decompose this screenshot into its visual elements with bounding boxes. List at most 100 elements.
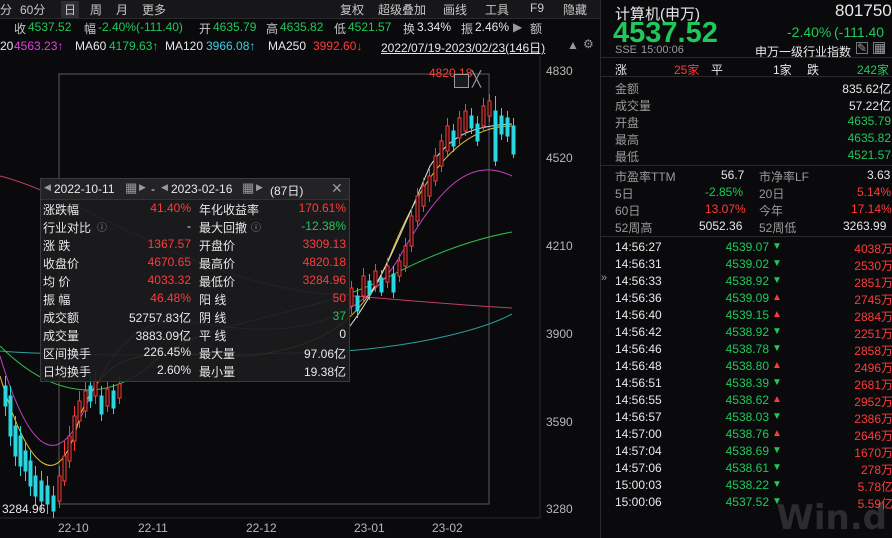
arrow-down-icon: ▼ — [772, 241, 782, 252]
dropdown-icon[interactable]: ▲ — [567, 38, 579, 52]
tick-time: 14:56:51 — [615, 376, 662, 390]
amount-label: 额 — [530, 22, 543, 36]
candle-body — [499, 115, 504, 135]
exchange-label: SSE — [615, 44, 638, 56]
d60-value: 13.07% — [705, 202, 746, 216]
tick-row: 14:57:06 4538.61 ▼ 278万 — [601, 461, 892, 477]
y-tick-label: 4210 — [546, 239, 573, 253]
stat-label: 涨跌幅 — [43, 203, 80, 217]
tick-price: 4538.69 — [725, 444, 769, 458]
candle-body — [487, 100, 492, 117]
next-start-icon[interactable]: ▶ — [139, 182, 146, 193]
popup-stat-row: 区间换手 226.45% 最大量 97.06亿 — [41, 345, 349, 361]
field-value: 4521.57 — [847, 148, 891, 162]
hide-button[interactable]: 隐藏 — [563, 1, 587, 18]
candle-body — [361, 275, 366, 297]
tick-row: 14:56:40 4539.15 ▲ 2884万 — [601, 308, 892, 324]
calendar-icon[interactable]: ▦ — [242, 180, 254, 196]
tick-row: 14:56:42 4538.92 ▼ 2251万 — [601, 325, 892, 341]
tick-volume: 2745万 — [854, 293, 892, 307]
price-info-bar: 收 4537.52 幅 -2.40%(-111.40) 开 4635.79 高 … — [0, 18, 600, 36]
stat-label: 阴 线 — [199, 311, 227, 325]
candle-body — [13, 425, 18, 457]
date-range-link[interactable]: 2022/07/19-2023/02/23(146日) — [381, 39, 545, 56]
pe-value: 56.7 — [721, 168, 745, 182]
ma250-label: MA250 — [268, 39, 307, 53]
ma250-value: 3992.60↓ — [313, 39, 363, 53]
popup-stat-row: 行业对比 ⓘ - 最大回撤 ⓘ -12.38% — [41, 219, 349, 235]
prev-end-icon[interactable]: ◀ — [161, 182, 168, 193]
tick-price: 4538.61 — [725, 461, 769, 475]
candle-body — [445, 125, 450, 152]
tick-time: 14:57:00 — [615, 427, 662, 441]
ma60-label: MA60 — [75, 39, 107, 53]
tab-week[interactable]: 周 — [90, 1, 102, 18]
draw-line-button[interactable]: 画线 — [443, 1, 467, 18]
candle-body — [511, 125, 516, 155]
super-overlay-button[interactable]: 超级叠加 — [378, 1, 426, 18]
stat-value: 226.45% — [143, 345, 191, 359]
settings-icon[interactable]: ⚙ — [583, 37, 594, 51]
popup-stat-row: 收盘价 4670.65 最高价 4820.18 — [41, 255, 349, 271]
chevron-right-icon[interactable]: ▶ — [513, 20, 522, 34]
tick-volume: 2646万 — [854, 429, 892, 443]
open-label: 开 — [199, 22, 212, 36]
tab-minute[interactable]: 分 — [0, 1, 12, 18]
tick-time: 14:57:06 — [615, 461, 662, 475]
stat-value: 2.60% — [156, 363, 191, 377]
adjust-button[interactable]: 复权 — [340, 1, 364, 18]
end-date[interactable]: 2023-02-16 — [171, 182, 232, 196]
tick-volume: 2251万 — [854, 327, 892, 341]
candle-body — [72, 415, 77, 442]
candle-body — [99, 395, 104, 415]
help-icon[interactable]: ⓘ — [97, 219, 107, 234]
y-tick-label: 3900 — [546, 327, 573, 341]
edit-icon[interactable]: ✎ — [856, 42, 868, 54]
tick-price: 4538.78 — [725, 342, 769, 356]
stat-label: 日均换手 — [43, 365, 92, 379]
tab-month[interactable]: 月 — [116, 1, 128, 18]
d20-value: 5.14% — [857, 185, 892, 199]
stat-label: 成交额 — [43, 311, 80, 325]
grid-icon[interactable]: ▦ — [873, 42, 885, 54]
tools-button[interactable]: 工具 — [485, 1, 509, 18]
stat-value: 52757.83亿 — [128, 311, 191, 325]
help-icon[interactable]: ⓘ — [251, 219, 261, 234]
stat-value: 50 — [332, 291, 346, 305]
popup-stat-row: 成交量 3883.09亿平 线 0 — [41, 327, 349, 343]
tick-row: 14:57:04 4538.69 ▼ 1670万 — [601, 444, 892, 460]
high-label: 高 — [266, 22, 279, 36]
tick-row: 14:56:31 4539.02 ▼ 2530万 — [601, 257, 892, 273]
candle-body — [451, 130, 456, 147]
tab-more[interactable]: 更多 — [142, 1, 166, 18]
d5-value: -2.85% — [705, 185, 744, 199]
tick-price: 4539.02 — [725, 257, 769, 271]
tab-60min[interactable]: 60分 — [20, 1, 45, 18]
change-label: 幅 — [84, 22, 97, 36]
close-icon[interactable]: ╳ — [472, 70, 481, 88]
arrow-down-icon: ▼ — [772, 377, 782, 388]
stat-value: 4820.18 — [302, 255, 346, 269]
restore-icon[interactable] — [454, 74, 469, 88]
candle-body — [45, 485, 50, 505]
stat-value: 41.40% — [150, 201, 191, 215]
change-value: -2.40%(-111.40) — [98, 20, 183, 34]
next-end-icon[interactable]: ▶ — [256, 182, 263, 193]
tab-day[interactable]: 日 — [61, 1, 80, 18]
start-date[interactable]: 2022-10-11 — [54, 182, 115, 196]
prev-start-icon[interactable]: ◀ — [44, 182, 51, 193]
field-value: 4635.82 — [847, 131, 891, 145]
w52l-label: 52周低 — [759, 221, 797, 235]
f9-button[interactable]: F9 — [530, 1, 544, 15]
tick-time: 14:56:40 — [615, 308, 662, 322]
stat-label: 最小量 — [199, 365, 236, 379]
tick-time: 14:56:31 — [615, 257, 662, 271]
arrow-up-icon: ▲ — [772, 309, 782, 320]
calendar-icon[interactable]: ▦ — [125, 180, 137, 196]
amplitude-value: 2.46% — [475, 20, 510, 34]
ytd-label: 今年 — [759, 204, 784, 218]
tick-row: 14:56:57 4538.03 ▼ 2386万 — [601, 410, 892, 426]
stat-label: 阳 线 — [199, 293, 227, 307]
candle-body — [379, 277, 384, 293]
close-icon[interactable]: ✕ — [331, 180, 343, 197]
